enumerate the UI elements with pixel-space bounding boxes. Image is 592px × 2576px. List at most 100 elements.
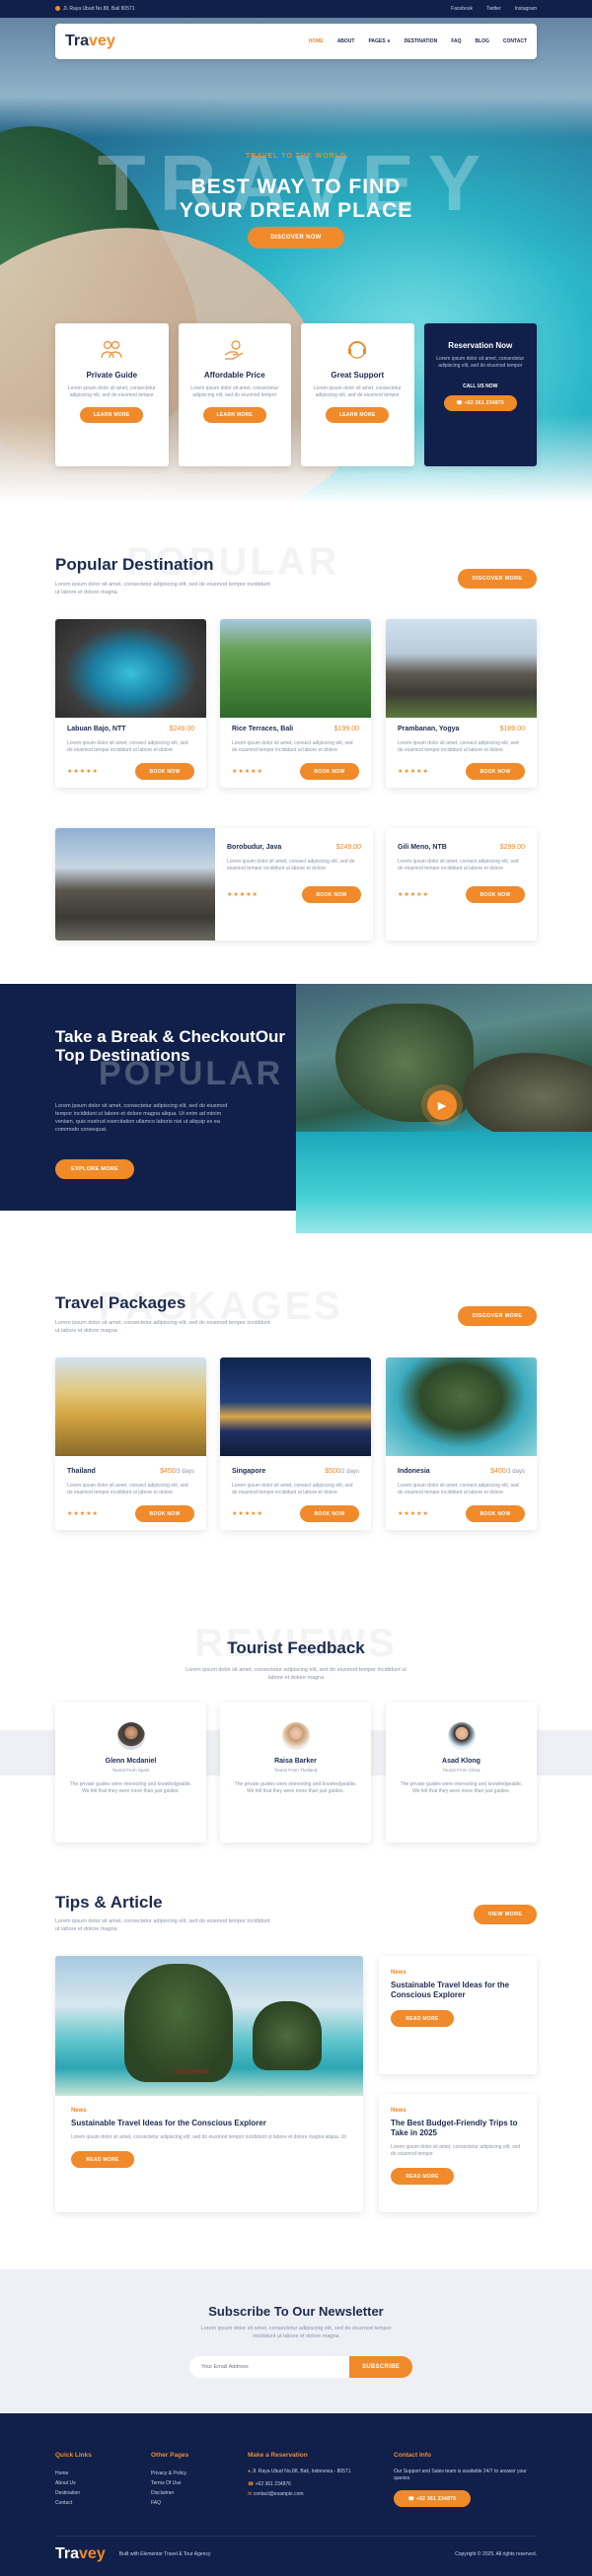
email-input[interactable] (189, 2356, 349, 2378)
footer-link-contact[interactable]: Contact (55, 2498, 92, 2508)
nav-pages[interactable]: PAGES ∨ (368, 38, 390, 44)
feedback-desc: Lorem ipsum dolor sit amet, consectetur … (185, 1667, 407, 1681)
feature-text: Lorem ipsum dolor sit amet, consectetur … (67, 385, 156, 398)
footer-link-destination[interactable]: Destination (55, 2488, 92, 2498)
explore-more-button[interactable]: EXPLORE MORE (55, 1159, 134, 1179)
footer-divider (55, 2536, 537, 2537)
footer-heading: Make a Reservation (248, 2452, 308, 2459)
package-price: $500/2 days (325, 1468, 359, 1475)
package-image (55, 1358, 206, 1456)
newsletter-title: Subscribe To Our Newsletter (208, 2304, 384, 2319)
book-now-button[interactable]: BOOK NOW (466, 886, 525, 903)
feature-title: Private Guide (86, 371, 138, 380)
footer-link-disclaimer[interactable]: Disclaimer (151, 2488, 188, 2498)
article-title[interactable]: The Best Budget-Friendly Trips to Take i… (391, 2119, 525, 2138)
newsletter-section (0, 2269, 592, 2413)
feature-text: Lorem ipsum dolor sit amet, consectetur … (313, 385, 402, 398)
hero-eyebrow: TRAVEL TO THE WORLD (245, 153, 347, 160)
article-card[interactable]: News The Best Budget-Friendly Trips to T… (379, 2094, 537, 2212)
footer-link-faq[interactable]: FAQ (151, 2498, 188, 2508)
play-video-icon[interactable]: ▶ (427, 1090, 457, 1120)
nav-links: HOME ABOUT PAGES ∨ DESTINATION FAQ BLOG … (309, 38, 527, 44)
footer-logo[interactable]: Travey (55, 2545, 106, 2563)
phone-button[interactable]: ☎ +62 361 234876 (443, 395, 517, 411)
destination-price: $299.00 (499, 844, 525, 851)
footer-quick-links: Quick Links Home About Us Destination Co… (55, 2452, 92, 2508)
package-card[interactable]: Thailand $450/3 days Lorem ipsum dolor si… (55, 1358, 206, 1530)
nav-contact[interactable]: CONTACT (503, 38, 527, 44)
learn-more-button[interactable]: LEARN MORE (202, 407, 266, 423)
promo-panel (0, 984, 296, 1211)
destination-card[interactable]: Prambanan, Yogya $189.00 Lorem ipsum dolo… (386, 619, 537, 788)
instagram-link[interactable]: Instagram (515, 6, 537, 12)
twitter-link[interactable]: Twitter (486, 6, 501, 12)
review-text: The private guides were interesting and … (234, 1781, 357, 1794)
article-tag: News (391, 1970, 407, 1976)
users-icon (99, 337, 124, 363)
popular-title: Popular Destination (55, 555, 214, 574)
destination-price: $199.00 (333, 726, 359, 732)
book-now-button[interactable]: BOOK NOW (466, 763, 525, 780)
nav-faq[interactable]: FAQ (451, 38, 461, 44)
package-desc: Lorem ipsum dolor sit amet, consect adip… (67, 1483, 188, 1496)
destination-card-wide[interactable]: Borobudur, Java $249.00 Lorem ipsum dolor… (55, 828, 373, 940)
read-more-button[interactable]: READ MORE (71, 2151, 134, 2168)
top-bar-socials: Facebook Twitter Instagram (451, 6, 537, 12)
logo[interactable]: Travey (65, 33, 115, 50)
footer-email[interactable]: contact@example.com (254, 2491, 304, 2497)
destination-price: $249.00 (169, 726, 194, 732)
nav-home[interactable]: HOME (309, 38, 324, 44)
book-now-button[interactable]: BOOK NOW (466, 1505, 525, 1522)
destination-image (55, 828, 215, 940)
book-now-button[interactable]: BOOK NOW (300, 1505, 359, 1522)
book-now-button[interactable]: BOOK NOW (135, 1505, 194, 1522)
navbar: Travey HOME ABOUT PAGES ∨ DESTINATION FA… (55, 24, 537, 59)
article-title[interactable]: Sustainable Travel Ideas for the Conscio… (71, 2119, 347, 2128)
feature-title: Great Support (331, 371, 385, 380)
article-title[interactable]: Sustainable Travel Ideas for the Conscio… (391, 1981, 525, 2000)
article-card[interactable]: News Sustainable Travel Ideas for the Co… (379, 1956, 537, 2074)
phone-icon: ☎ (456, 400, 465, 406)
book-now-button[interactable]: BOOK NOW (302, 886, 361, 903)
feature-card-guide: Private Guide Lorem ipsum dolor sit amet… (55, 323, 169, 466)
articles-title: Tips & Article (55, 1893, 163, 1912)
footer-link-privacy[interactable]: Privacy & Policy (151, 2469, 188, 2478)
learn-more-button[interactable]: LEARN MORE (80, 407, 144, 423)
subscribe-button[interactable]: SUBSCRIBE (349, 2356, 412, 2378)
package-image (386, 1358, 537, 1456)
facebook-link[interactable]: Facebook (451, 6, 473, 12)
page: Jl. Raya Ubud No.88, Bali 80571 Facebook… (0, 0, 592, 2576)
package-card[interactable]: Singapore $500/2 days Lorem ipsum dolor s… (220, 1358, 371, 1530)
learn-more-button[interactable]: LEARN MORE (326, 407, 390, 423)
footer-link-home[interactable]: Home (55, 2469, 92, 2478)
footer-link-terms[interactable]: Terms Of Use (151, 2478, 188, 2488)
destination-card[interactable]: Rice Terraces, Bali $199.00 Lorem ipsum d… (220, 619, 371, 788)
reviewer-name: Asad Klong (442, 1758, 481, 1765)
footer-link-about[interactable]: About Us (55, 2478, 92, 2488)
book-now-button[interactable]: BOOK NOW (300, 763, 359, 780)
article-image (55, 1956, 363, 2096)
discover-more-button[interactable]: DISCOVER MORE (458, 1306, 537, 1326)
feature-title: Affordable Price (203, 371, 265, 380)
reviewer-name: Glenn Mcdaniel (105, 1758, 157, 1765)
support-icon (344, 337, 370, 363)
package-card[interactable]: Indonesia $400/3 days Lorem ipsum dolor s… (386, 1358, 537, 1530)
article-card-featured[interactable]: News Sustainable Travel Ideas for the Co… (55, 1956, 363, 2212)
nav-destination[interactable]: DESTINATION (405, 38, 438, 44)
destination-image (220, 619, 371, 718)
nav-about[interactable]: ABOUT (337, 38, 355, 44)
discover-now-button[interactable]: DISCOVER NOW (248, 227, 344, 248)
feedback-title: Tourist Feedback (227, 1638, 365, 1657)
destination-card[interactable]: Gili Meno, NTB $299.00 Lorem ipsum dolor … (386, 828, 537, 940)
footer-phone-button[interactable]: ☎ +62 361 234876 (394, 2490, 471, 2507)
footer-phone[interactable]: +62 361 234876 (256, 2481, 291, 2487)
reservation-title: Reservation Now (448, 341, 513, 350)
discover-more-button[interactable]: DISCOVER MORE (458, 569, 537, 589)
view-more-button[interactable]: VIEW MORE (474, 1905, 537, 1924)
read-more-button[interactable]: READ MORE (391, 2010, 454, 2027)
destination-card[interactable]: Labuan Bajo, NTT $249.00 Lorem ipsum dolo… (55, 619, 206, 788)
nav-blog[interactable]: BLOG (475, 38, 488, 44)
destination-name: Rice Terraces, Bali (232, 726, 294, 732)
read-more-button[interactable]: READ MORE (391, 2168, 454, 2185)
book-now-button[interactable]: BOOK NOW (135, 763, 194, 780)
